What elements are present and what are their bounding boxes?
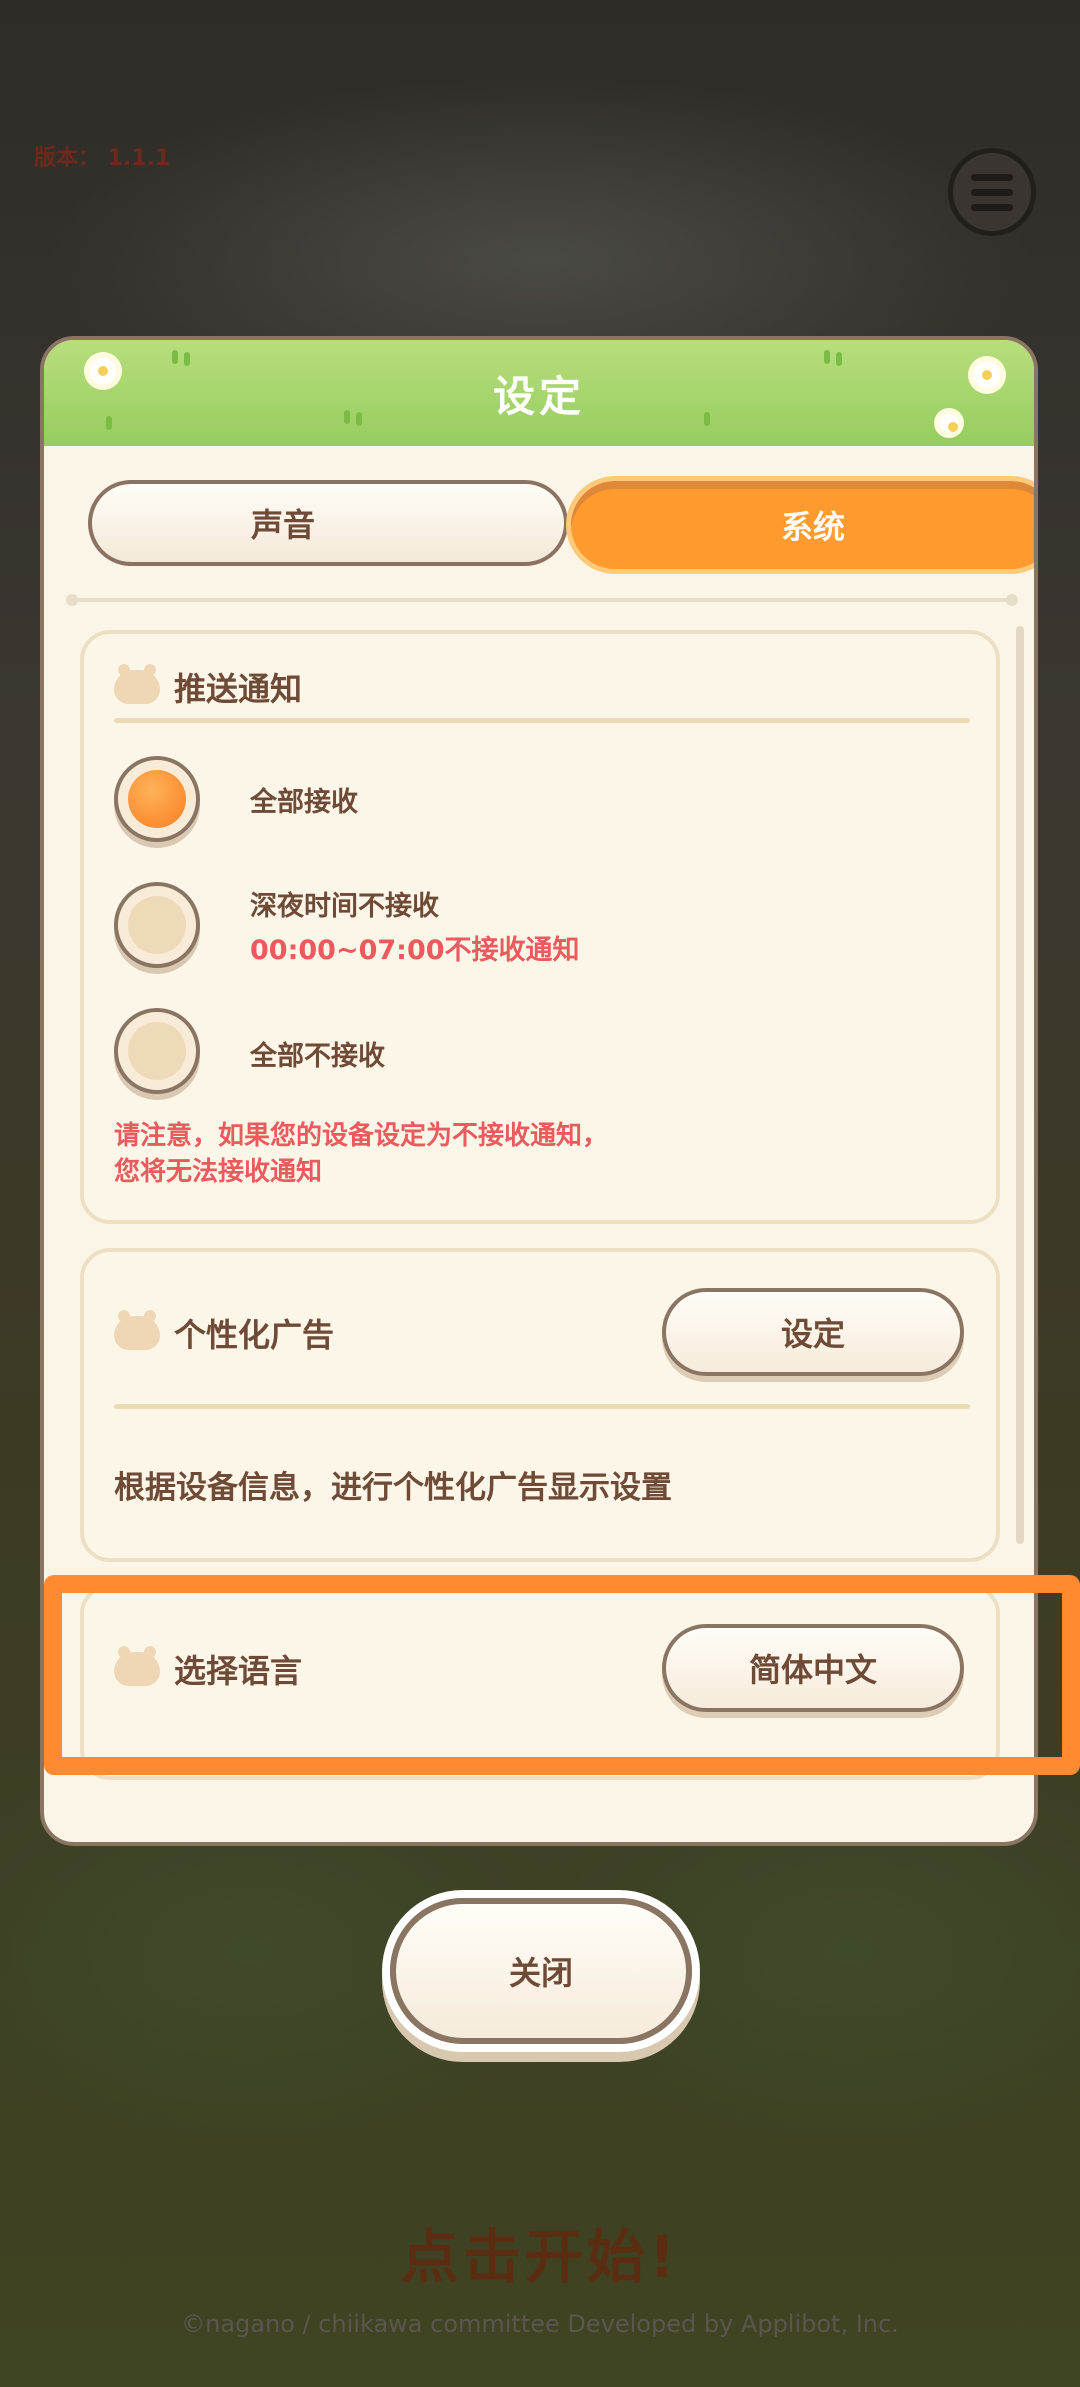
flower-icon [974, 362, 1000, 388]
dialog-title: 设定 [492, 371, 585, 421]
tab-bar: 声音 系统 [88, 476, 1034, 574]
language-highlight-box [44, 1575, 1080, 1775]
radio-receive-none[interactable] [114, 1008, 200, 1094]
section-divider [114, 718, 970, 723]
personalized-ads-card: 个性化广告 设定 根据设备信息，进行个性化广告显示设置 [80, 1248, 1000, 1562]
close-button[interactable]: 关闭 [390, 1898, 692, 2044]
option-sublabel: 00:00~07:00不接收通知 [250, 935, 580, 966]
paw-icon [114, 664, 160, 704]
tap-to-start-text[interactable]: 点击开始! [0, 2210, 1080, 2294]
flower-icon [90, 358, 116, 384]
paw-icon [114, 1310, 160, 1350]
push-notification-title: 推送通知 [174, 670, 303, 708]
flower-icon [940, 414, 958, 432]
option-label: 深夜时间不接收 [250, 891, 439, 922]
ads-settings-button[interactable]: 设定 [662, 1288, 964, 1376]
dialog-header: 设定 [44, 340, 1034, 446]
personalized-ads-title: 个性化广告 [174, 1316, 335, 1354]
push-notification-card: 推送通知 全部接收 深夜时间不接收 00:00~07:00不接收通知 全部不接收… [80, 630, 1000, 1224]
version-label: 版本： 1.1.1 [34, 146, 171, 171]
radio-night-off[interactable] [114, 882, 200, 968]
option-label: 全部接收 [250, 787, 358, 818]
tab-system[interactable]: 系统 [566, 476, 1034, 574]
option-label: 全部不接收 [250, 1041, 385, 1072]
section-divider [114, 1404, 970, 1409]
ads-description: 根据设备信息，进行个性化广告显示设置 [114, 1470, 672, 1506]
copyright-text: ©nagano / chiikawa committee Developed b… [181, 2310, 899, 2338]
radio-receive-all[interactable] [114, 756, 200, 842]
menu-icon [971, 173, 1013, 181]
notification-warning: 请注意，如果您的设备设定为不接收通知， 您将无法接收通知 [114, 1121, 609, 1187]
menu-button[interactable] [948, 148, 1036, 236]
scrollbar[interactable] [1016, 626, 1024, 1544]
divider [66, 594, 1018, 606]
tab-sound[interactable]: 声音 [88, 480, 568, 566]
